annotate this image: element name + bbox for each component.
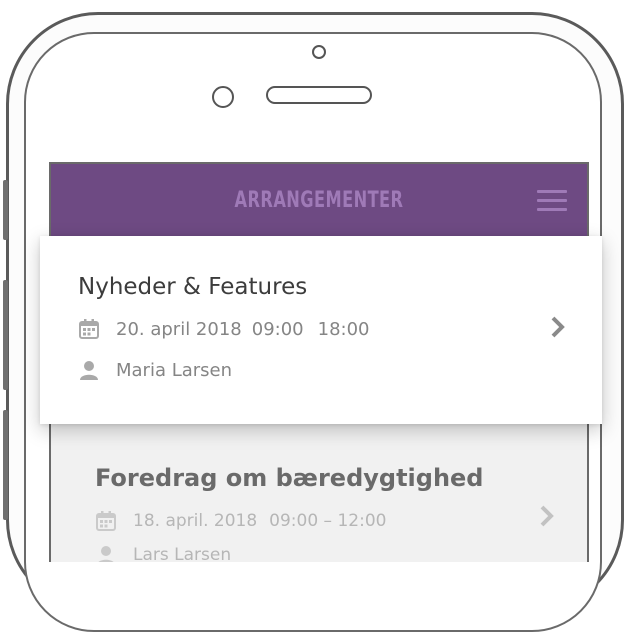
earpiece-speaker [266,86,372,104]
proximity-sensor [212,86,234,108]
calendar-icon [96,511,116,531]
event-date-row: 18. april. 2018 09:00 – 12:00 [95,510,386,532]
chevron-right-icon[interactable] [539,504,555,528]
person-icon [98,546,114,562]
event-date: 20. april 2018 [116,318,242,340]
event-end-time: 18:00 [317,318,370,340]
event-time: 09:00 – 12:00 [269,511,387,531]
phone-side-button [3,410,8,520]
phone-side-button [3,180,8,240]
event-start-time: 09:00 [251,318,304,340]
calendar-icon [79,319,99,339]
event-organizer-row: Lars Larsen [95,544,231,562]
event-organizer: Maria Larsen [116,359,233,381]
page-title: ARRANGEMENTER [234,188,404,213]
event-card[interactable]: Foredrag om bæredygtighed 18. april. 201… [53,444,587,562]
phone-side-button [3,280,8,390]
event-date-row: 20. april 2018 09:00 18:00 [78,318,370,340]
hamburger-menu-icon[interactable] [537,190,567,212]
front-camera [312,45,326,59]
event-organizer: Lars Larsen [133,545,232,562]
person-icon [80,361,98,380]
event-card[interactable]: Nyheder & Features 20. april 2018 09:00 … [40,236,602,424]
event-organizer-row: Maria Larsen [78,359,232,381]
event-title: Nyheder & Features [78,274,308,300]
chevron-right-icon[interactable] [550,315,566,339]
event-title: Foredrag om bæredygtighed [95,464,484,492]
event-date: 18. april. 2018 [133,511,258,531]
